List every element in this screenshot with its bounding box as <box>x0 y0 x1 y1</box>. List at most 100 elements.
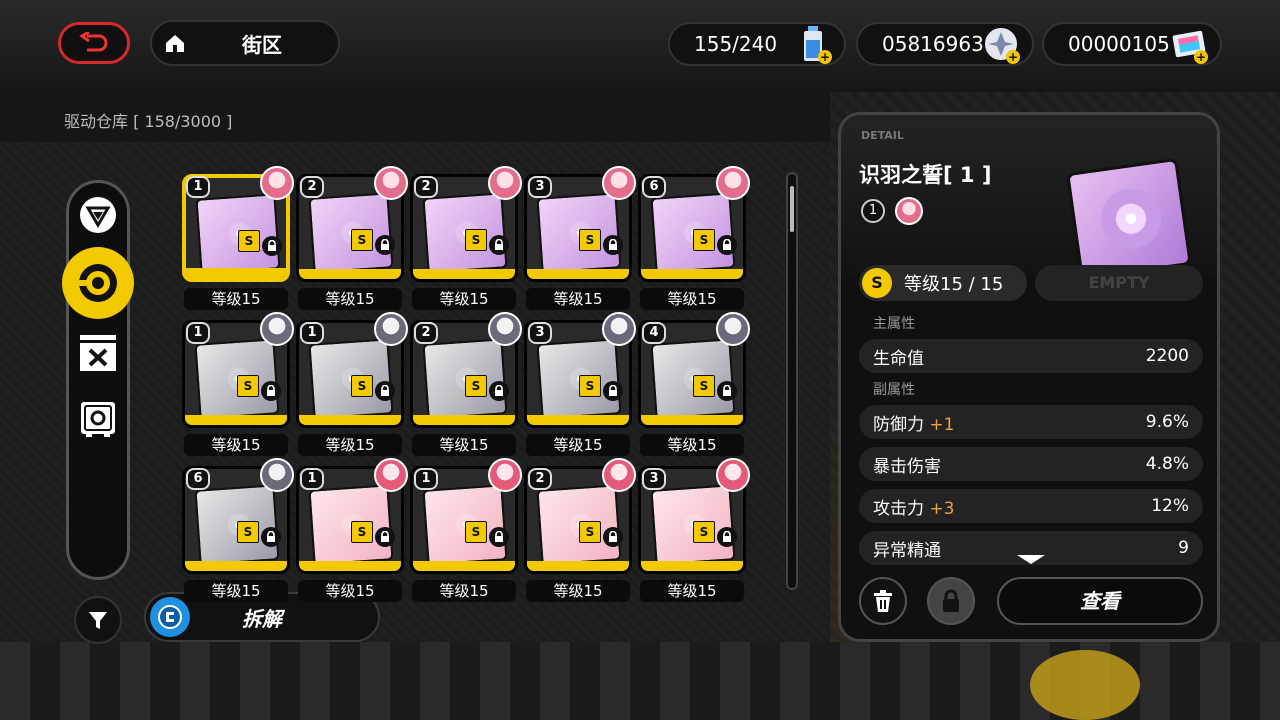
disc-item[interactable]: S 6 等级15 <box>638 166 750 312</box>
agent-avatar <box>260 458 294 492</box>
disc-level: 等级15 <box>412 580 516 602</box>
lock-icon[interactable] <box>603 235 623 255</box>
disc-bar <box>413 415 515 425</box>
storage-label: 驱动仓库 [ 158/3000 ] <box>64 112 233 131</box>
sub-stat-row: 防御力 +1 9.6% <box>859 405 1203 439</box>
rarity-tag: S <box>351 229 373 251</box>
scrollbar-thumb[interactable] <box>790 186 794 232</box>
lock-icon[interactable] <box>717 527 737 547</box>
detail-disc-art <box>1066 157 1192 281</box>
disc-rank: 4 <box>642 322 666 344</box>
lock-icon[interactable] <box>375 381 395 401</box>
scroll-down-icon[interactable] <box>1017 555 1045 564</box>
filter-icon <box>89 612 107 629</box>
disc-level: 等级15 <box>184 580 288 602</box>
location-label: 街区 <box>242 32 282 57</box>
back-button[interactable] <box>58 22 130 64</box>
category-safe[interactable] <box>74 395 122 443</box>
lock-icon[interactable] <box>489 235 509 255</box>
location-pill[interactable]: 街区 <box>150 20 340 66</box>
lock-icon[interactable] <box>603 527 623 547</box>
filter-button[interactable] <box>74 596 122 644</box>
disc-item[interactable]: S 2 等级15 <box>410 312 522 458</box>
scrollbar[interactable] <box>786 172 798 590</box>
lock-button[interactable] <box>927 577 975 625</box>
battery-counter[interactable]: 155/240 + <box>668 22 846 66</box>
rarity-tag: S <box>579 229 601 251</box>
lock-icon[interactable] <box>375 235 395 255</box>
disc-item[interactable]: S 1 等级15 <box>182 312 294 458</box>
disc-bar <box>413 561 515 571</box>
disc-level: 等级15 <box>184 434 288 456</box>
main-stat-name: 生命值 <box>873 348 924 369</box>
lock-icon[interactable] <box>717 381 737 401</box>
sub-stat-name: 异常精通 <box>873 540 941 561</box>
disc-rank: 3 <box>642 468 666 490</box>
agent-avatar <box>374 166 408 200</box>
disc-bar <box>299 269 401 279</box>
lock-icon[interactable] <box>603 381 623 401</box>
equipped-agent-avatar[interactable] <box>895 197 923 225</box>
disc-rank: 6 <box>642 176 666 198</box>
lock-icon[interactable] <box>717 235 737 255</box>
add-ticket-button[interactable]: + <box>1194 50 1208 64</box>
agent-avatar <box>374 312 408 346</box>
currency-value: 05816963 <box>882 32 984 56</box>
disc-item[interactable]: S 2 等级15 <box>524 458 636 604</box>
disc-item[interactable]: S 1 等级15 <box>296 458 408 604</box>
disc-item[interactable]: S 2 等级15 <box>296 166 408 312</box>
category-box[interactable] <box>74 329 122 377</box>
lock-icon[interactable] <box>489 527 509 547</box>
sub-stat-bonus: +3 <box>929 498 955 519</box>
dismantle-label: 拆解 <box>242 606 282 631</box>
disc-item[interactable]: S 3 等级15 <box>524 166 636 312</box>
view-button[interactable]: 查看 <box>997 577 1203 625</box>
disc-item[interactable]: S 3 等级15 <box>524 312 636 458</box>
disc-level: 等级15 <box>412 434 516 456</box>
disc-level: 等级15 <box>640 580 744 602</box>
disc-bar <box>186 268 286 278</box>
disc-level: 等级15 <box>526 580 630 602</box>
disc-rank: 6 <box>186 468 210 490</box>
disc-item[interactable]: S 3 等级15 <box>638 458 750 604</box>
home-icon[interactable] <box>154 22 196 64</box>
lock-icon[interactable] <box>261 381 281 401</box>
add-currency-button[interactable]: + <box>1006 50 1020 64</box>
battery-value: 155/240 <box>694 32 778 56</box>
disc-bar <box>527 561 629 571</box>
disc-item[interactable]: S 2 等级15 <box>410 166 522 312</box>
disc-item[interactable]: S 1 等级15 <box>182 166 294 312</box>
disc-item[interactable]: S 1 等级15 <box>296 312 408 458</box>
sub-stat-row: 暴击伤害 4.8% <box>859 447 1203 481</box>
lock-icon[interactable] <box>261 527 281 547</box>
disc-rank: 2 <box>414 322 438 344</box>
disc-level: 等级15 <box>526 288 630 310</box>
lock-icon[interactable] <box>489 381 509 401</box>
disc-rank: 3 <box>528 176 552 198</box>
agent-avatar <box>260 166 294 200</box>
add-battery-button[interactable]: + <box>818 50 832 64</box>
sub-stat-value: 4.8% <box>1145 454 1189 474</box>
ticket-counter[interactable]: 00000105 + <box>1042 22 1222 66</box>
main-stat-heading: 主属性 <box>873 316 915 332</box>
category-triangle[interactable] <box>74 191 122 239</box>
sub-stat-value: 12% <box>1151 496 1189 516</box>
rarity-tag: S <box>579 375 601 397</box>
lock-icon[interactable] <box>375 527 395 547</box>
disc-level: 等级15 <box>640 434 744 456</box>
disc-item[interactable]: S 6 等级15 <box>182 458 294 604</box>
film-ticket-icon: + <box>1168 22 1210 66</box>
disc-bar <box>413 269 515 279</box>
triangle-emblem-icon <box>80 197 116 233</box>
disc-item[interactable]: S 4 等级15 <box>638 312 750 458</box>
rarity-tag: S <box>351 521 373 543</box>
sub-stat-name: 攻击力 <box>873 498 924 519</box>
currency-counter[interactable]: 05816963 + <box>856 22 1034 66</box>
category-disc[interactable] <box>62 247 134 319</box>
disc-item[interactable]: S 1 等级15 <box>410 458 522 604</box>
disc-level: 等级15 <box>184 288 288 310</box>
sub-stat-value: 9 <box>1178 538 1189 558</box>
lock-icon[interactable] <box>262 236 282 256</box>
agent-avatar <box>260 312 294 346</box>
delete-button[interactable] <box>859 577 907 625</box>
